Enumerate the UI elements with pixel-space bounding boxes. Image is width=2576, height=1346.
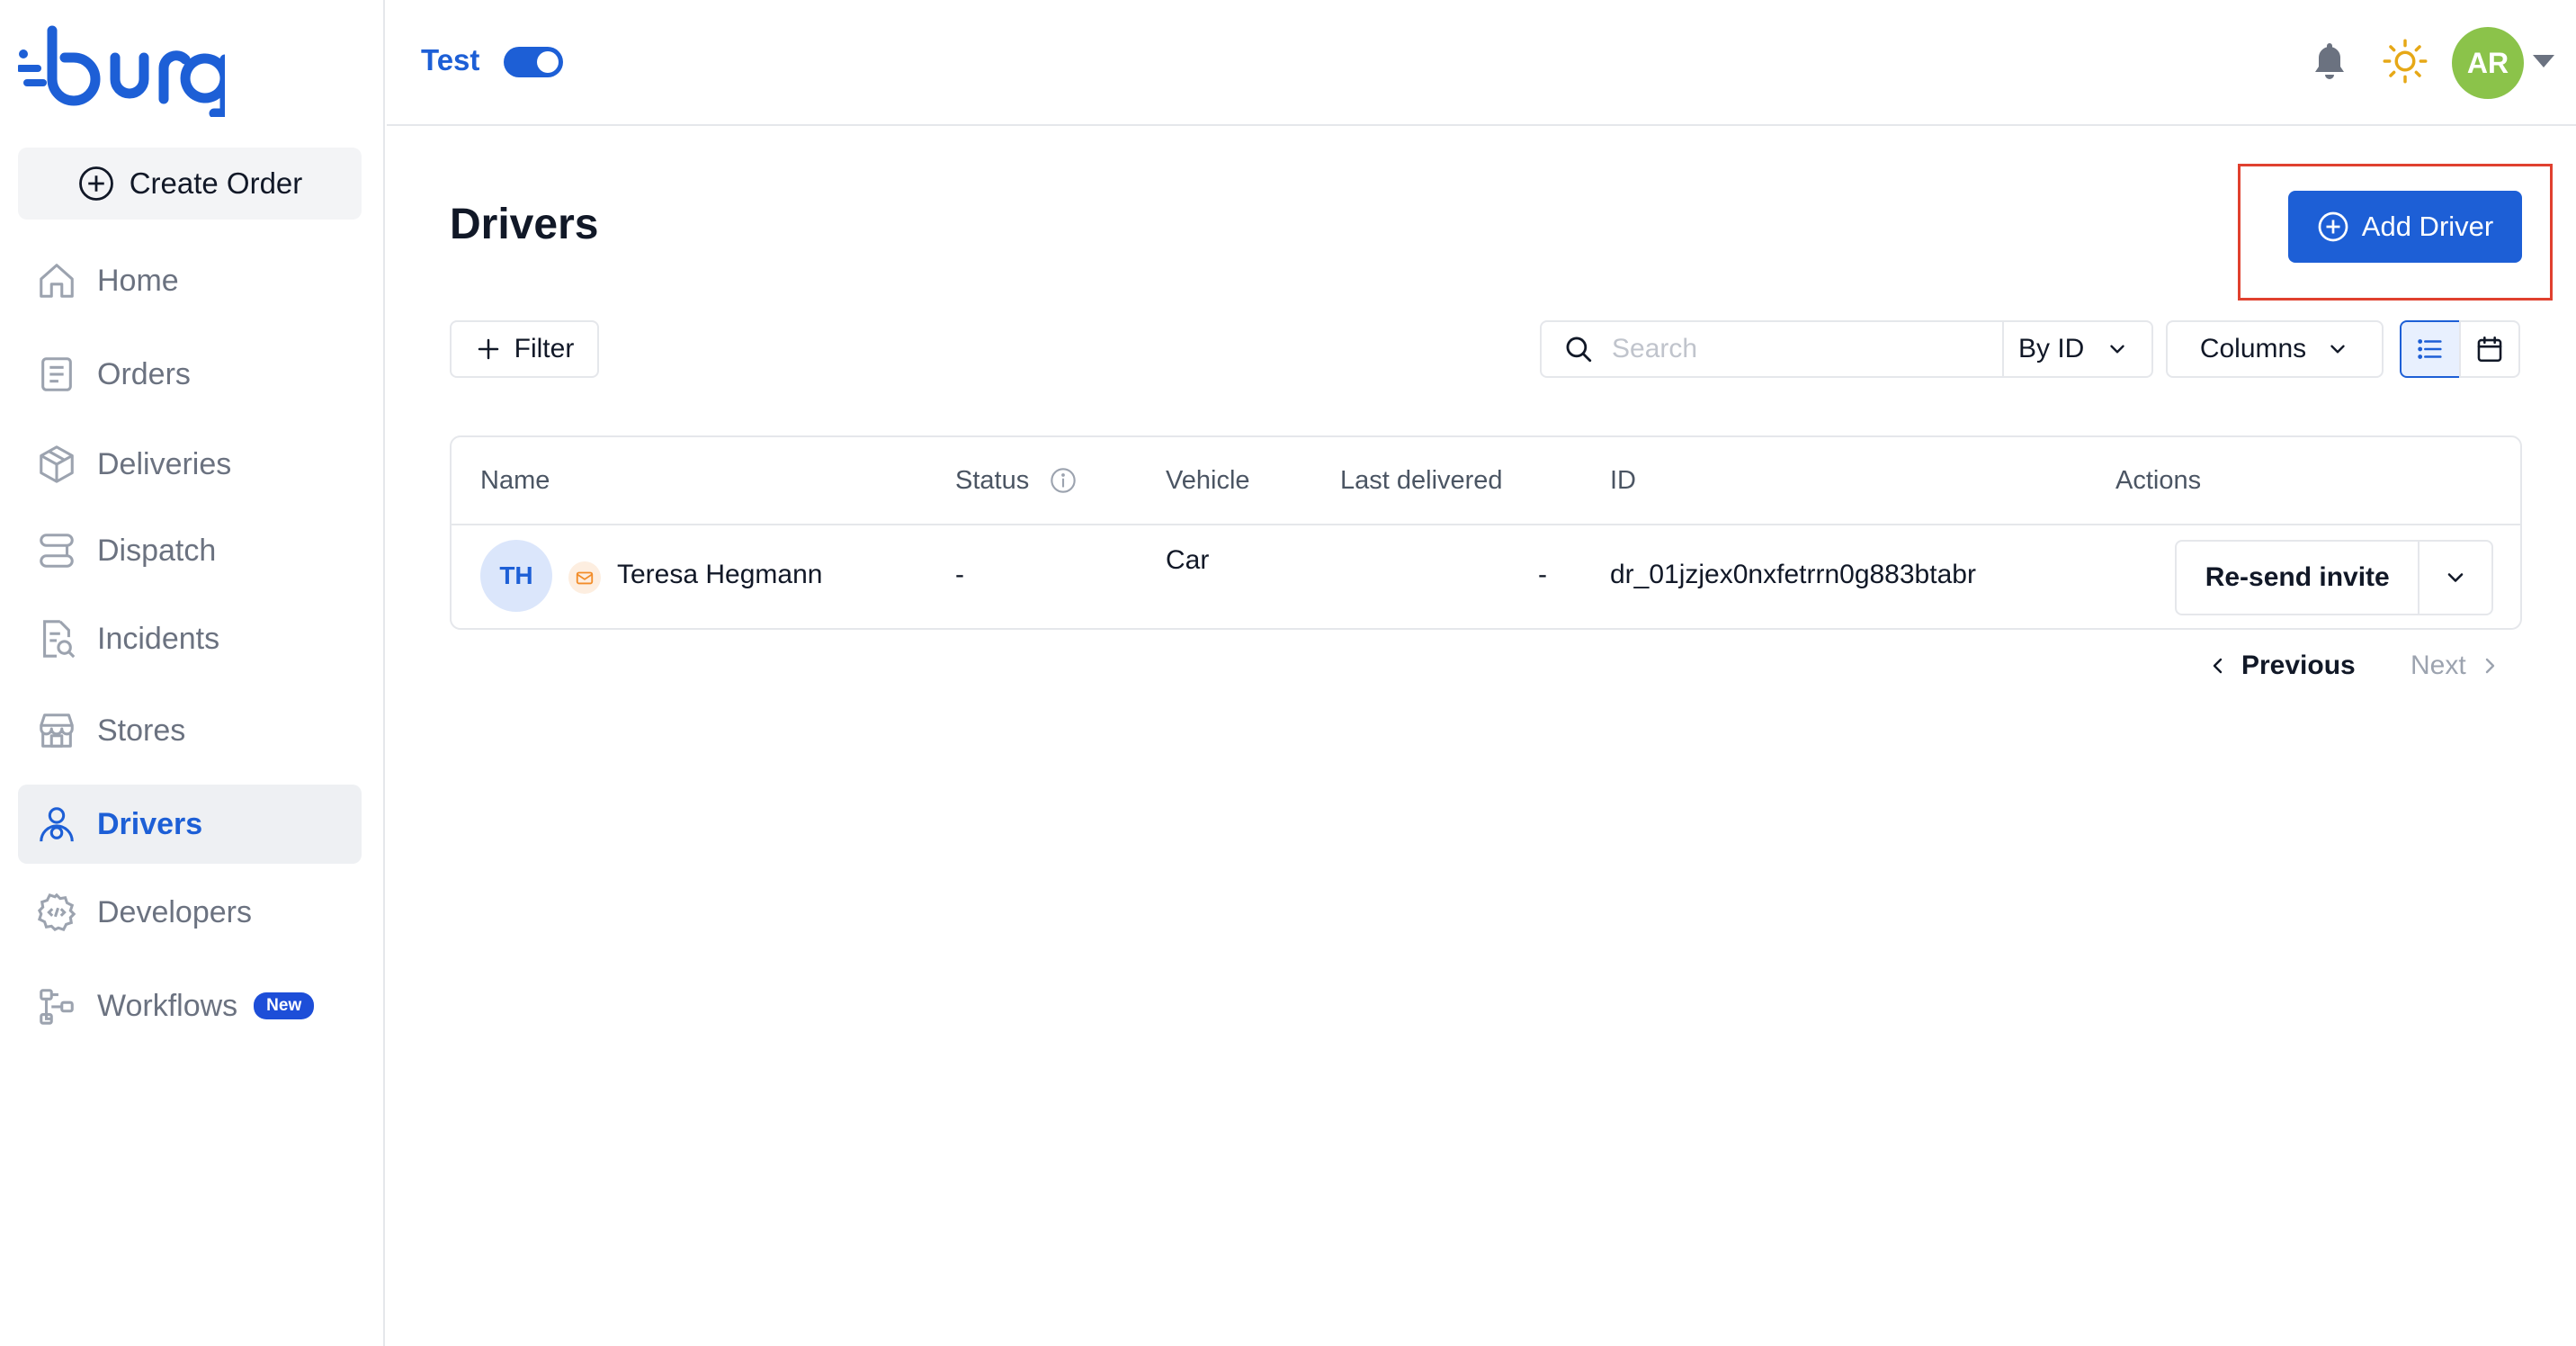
developer-gear-icon [37, 893, 76, 932]
plus-circle-icon [2318, 211, 2348, 242]
columns-label: Columns [2199, 334, 2307, 363]
sidebar-item-dispatch[interactable]: Dispatch [18, 511, 362, 590]
column-header-id[interactable]: ID [1610, 466, 1636, 496]
sidebar-item-stores[interactable]: Stores [18, 691, 362, 770]
new-badge: New [254, 992, 315, 1019]
calendar-icon [2477, 336, 2502, 363]
burq-logo[interactable] [18, 23, 225, 117]
next-page-button[interactable]: Next [2411, 646, 2500, 686]
home-icon [40, 264, 74, 298]
sidebar-item-label: Orders [97, 356, 191, 391]
search-box: By ID [1540, 320, 2153, 378]
route-icon [40, 534, 74, 568]
driver-name[interactable]: Teresa Hegmann [617, 560, 822, 590]
sidebar: Create Order Home Orders Deliveries Disp… [0, 0, 385, 1346]
page-title: Drivers [450, 201, 599, 248]
column-header-name[interactable]: Name [480, 466, 550, 496]
column-header-actions: Actions [2115, 466, 2202, 495]
filter-label: Filter [514, 334, 575, 363]
chevron-left-icon [2213, 658, 2223, 674]
search-by-dropdown[interactable]: By ID [2002, 322, 2151, 376]
sidebar-item-home[interactable]: Home [18, 241, 362, 320]
sidebar-item-label: Stores [97, 713, 186, 748]
invite-pending-badge [568, 561, 601, 594]
store-icon [40, 713, 74, 748]
column-header-vehicle[interactable]: Vehicle [1166, 466, 1250, 496]
workflow-icon [40, 989, 74, 1025]
driver-status: - [955, 560, 964, 589]
create-order-label: Create Order [129, 166, 303, 200]
sidebar-item-label: Home [97, 263, 179, 298]
create-order-button[interactable]: Create Order [18, 148, 362, 220]
resend-invite-split-button: Re-send invite [2175, 540, 2493, 615]
sidebar-item-deliveries[interactable]: Deliveries [18, 425, 362, 504]
add-driver-label: Add Driver [2361, 211, 2494, 242]
sidebar-item-incidents[interactable]: Incidents [18, 599, 362, 678]
list-icon [2418, 339, 2442, 359]
header-divider [452, 524, 2520, 525]
chevron-down-icon [2330, 345, 2345, 354]
driver-id: dr_01jzjex0nxfetrrn0g883btabr [1610, 560, 1976, 589]
sidebar-item-drivers[interactable]: Drivers [18, 785, 362, 864]
columns-dropdown[interactable]: Columns [2166, 320, 2384, 378]
sidebar-item-label: Deliveries [97, 446, 232, 481]
drivers-table: Name Status Vehicle Last delivered ID Ac… [450, 435, 2522, 630]
calendar-view-toggle[interactable] [2459, 320, 2520, 378]
info-icon[interactable] [1049, 466, 1078, 495]
list-view-toggle[interactable] [2400, 320, 2461, 378]
chevron-right-icon [2485, 658, 2494, 674]
plus-circle-icon [78, 166, 113, 201]
chevron-down-icon [2110, 345, 2125, 354]
search-by-label: By ID [2018, 334, 2085, 363]
orders-icon [41, 357, 72, 391]
sidebar-item-label: Developers [97, 894, 252, 929]
chevron-down-icon [2447, 573, 2464, 582]
mail-icon [576, 571, 594, 585]
plus-icon [478, 338, 498, 360]
caret-down-icon[interactable] [2531, 52, 2556, 70]
resend-invite-button[interactable]: Re-send invite [2177, 542, 2420, 614]
row-actions-dropdown[interactable] [2419, 542, 2491, 614]
previous-label: Previous [2241, 651, 2356, 680]
incident-report-icon [43, 620, 76, 659]
driver-icon [40, 807, 74, 842]
environment-toggle[interactable] [504, 47, 563, 77]
package-icon [40, 445, 74, 483]
user-avatar[interactable]: AR [2452, 27, 2524, 99]
environment-label: Test [421, 43, 480, 76]
add-driver-button[interactable]: Add Driver [2288, 191, 2522, 263]
driver-vehicle: Car [1166, 545, 1210, 575]
sidebar-item-label: Incidents [97, 621, 220, 656]
next-label: Next [2411, 651, 2466, 680]
sidebar-item-label: Drivers [97, 806, 203, 841]
sidebar-item-label: Dispatch [97, 533, 217, 568]
search-input[interactable] [1612, 334, 2008, 364]
search-icon [1566, 336, 1592, 363]
top-bar: Test AR [387, 0, 2576, 126]
previous-page-button[interactable]: Previous [2207, 646, 2356, 686]
sidebar-item-workflows[interactable]: Workflows New [18, 966, 362, 1045]
theme-sun-icon[interactable] [2382, 38, 2428, 85]
driver-last-delivered: - [1538, 560, 1547, 589]
sidebar-item-developers[interactable]: Developers [18, 873, 362, 952]
notification-bell-icon[interactable] [2308, 40, 2351, 83]
column-header-last-delivered[interactable]: Last delivered [1340, 466, 1503, 496]
sidebar-item-label: Workflows [97, 988, 238, 1023]
sidebar-item-orders[interactable]: Orders [18, 335, 362, 414]
filter-button[interactable]: Filter [450, 320, 599, 378]
driver-avatar: TH [480, 540, 552, 612]
column-header-status[interactable]: Status [955, 466, 1029, 496]
